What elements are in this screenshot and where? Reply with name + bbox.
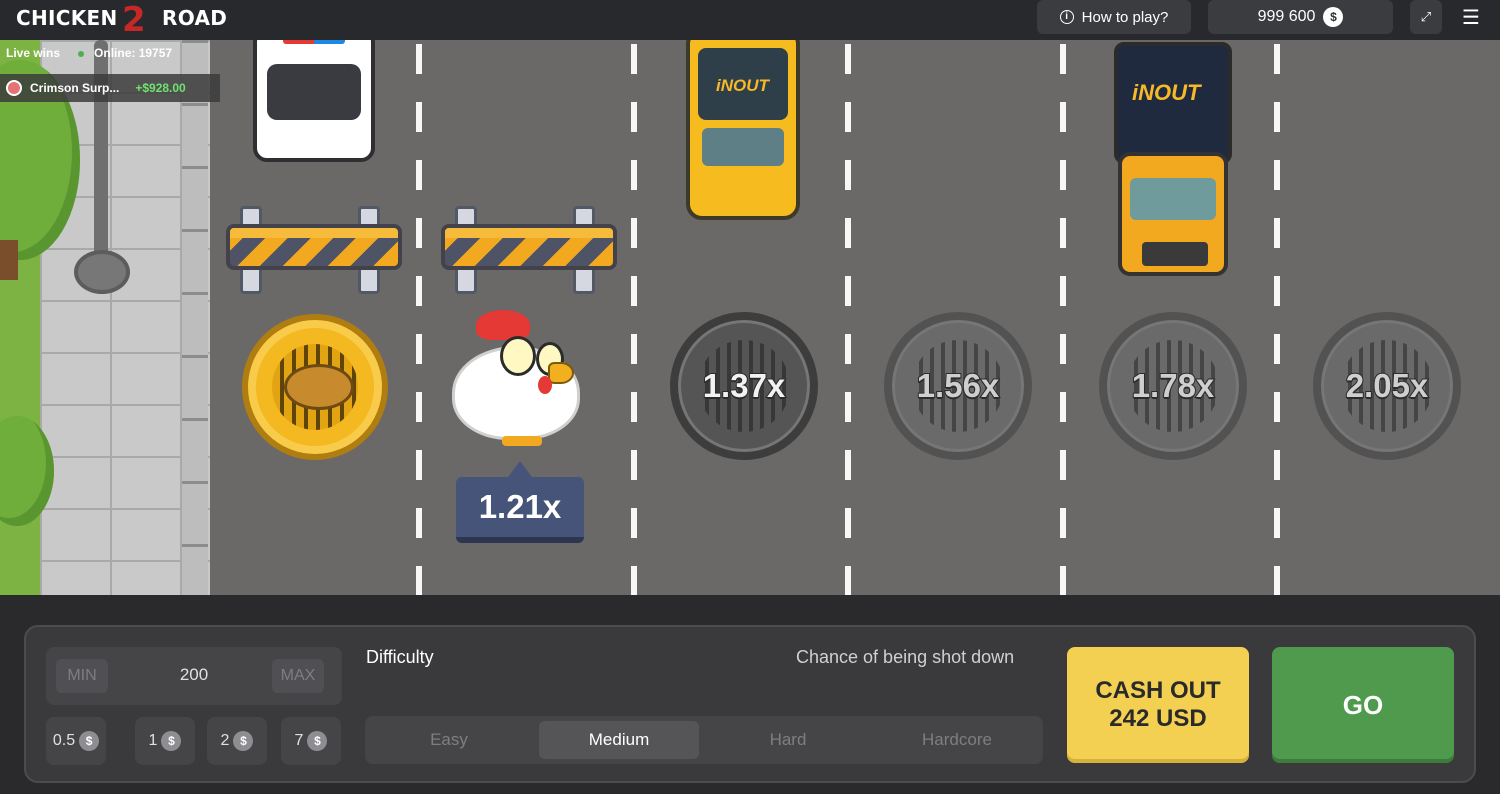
dollar-coin-icon: $ — [1323, 7, 1344, 27]
police-car-icon — [253, 40, 375, 162]
street-lamp-base — [74, 250, 130, 294]
difficulty-easy[interactable]: Easy — [369, 721, 529, 759]
lane-divider — [1060, 40, 1066, 595]
chip-value: 1 — [148, 732, 158, 749]
roast-chicken-icon — [284, 364, 354, 410]
chicken-beak — [548, 362, 574, 384]
taxi-car-icon: iNOUT — [686, 40, 800, 220]
lane-divider — [1274, 40, 1280, 595]
live-wins-panel: Live wins Online: 19757 Crimson Surp... … — [0, 40, 225, 108]
truck-windshield — [1130, 178, 1216, 220]
lane-divider — [631, 40, 637, 595]
lane-manhole[interactable]: 1.37x — [670, 312, 818, 460]
dollar-coin-icon: $ — [307, 731, 328, 751]
truck-brand-logo: iNOUT — [1132, 80, 1201, 105]
lane-divider — [416, 40, 422, 595]
taxi-windshield — [702, 128, 784, 166]
dollar-coin-icon: $ — [79, 731, 100, 751]
logo-number: 2 — [122, 0, 146, 40]
bet-amount-input[interactable]: 200 — [146, 665, 242, 685]
difficulty-selector: Easy Medium Hard Hardcore — [365, 716, 1043, 764]
quick-bet-chip[interactable]: 1 $ — [135, 717, 195, 765]
police-car-windshield — [267, 64, 361, 120]
info-icon: i — [1059, 10, 1074, 24]
balance-value: 999 600 — [1257, 8, 1316, 25]
chip-value: 7 — [294, 732, 304, 749]
winner-name: Crimson Surp... — [30, 81, 120, 95]
live-wins-title: Live wins — [6, 46, 61, 60]
barrier-stripes — [226, 224, 402, 270]
max-bet-button[interactable]: MAX — [272, 659, 324, 693]
lane-divider — [845, 40, 851, 595]
cash-out-label: CASH OUT — [1095, 677, 1221, 704]
taxi-brand-logo: iNOUT — [716, 76, 769, 95]
game-scene: iNOUT iNOUT 1.21x 1.37x 1.56x 1.78x 2.05… — [0, 40, 1500, 595]
truck-grille — [1142, 242, 1208, 266]
lane-multiplier: 1.56x — [916, 366, 1001, 405]
chicken-wattle — [538, 376, 552, 394]
chicken-icon — [448, 308, 584, 448]
avatar — [6, 80, 22, 96]
difficulty-hard[interactable]: Hard — [708, 721, 868, 759]
difficulty-hardcore[interactable]: Hardcore — [877, 721, 1037, 759]
curb — [182, 40, 208, 595]
current-multiplier-badge: 1.21x — [456, 461, 584, 543]
gold-coin-icon — [242, 314, 388, 460]
bottom-controls: MIN 200 MAX 0.5 $ 1 $ 2 $ 7 $ Difficulty… — [0, 595, 1500, 794]
lane-multiplier: 1.78x — [1131, 366, 1216, 405]
hamburger-icon: ☰ — [1462, 6, 1480, 29]
top-bar: CHICKEN 2 ROAD i How to play? 999 600 $ … — [0, 0, 1500, 40]
how-to-play-label: How to play? — [1081, 8, 1169, 26]
win-amount: +$928.00 — [135, 81, 186, 95]
live-win-entry: Crimson Surp... +$928.00 — [0, 74, 220, 102]
difficulty-label: Difficulty — [366, 647, 434, 667]
truck-cargo: iNOUT — [1114, 42, 1232, 164]
balance-display: 999 600 $ — [1208, 0, 1393, 34]
chip-value: 2 — [220, 732, 230, 749]
lane-multiplier: 1.37x — [702, 366, 787, 405]
fullscreen-button[interactable]: ⤢ — [1410, 0, 1442, 34]
fullscreen-icon: ⤢ — [1420, 9, 1432, 24]
chicken-eye — [500, 336, 536, 376]
lane-manhole[interactable]: 2.05x — [1313, 312, 1461, 460]
online-label: Online: 19757 — [94, 46, 173, 60]
dollar-coin-icon: $ — [161, 731, 182, 751]
go-label: GO — [1342, 689, 1384, 720]
dollar-coin-icon: $ — [233, 731, 254, 751]
go-button[interactable]: GO — [1272, 647, 1454, 763]
road-barrier — [226, 206, 402, 296]
difficulty-medium[interactable]: Medium — [539, 721, 699, 759]
live-wins-header: Live wins Online: 19757 — [6, 46, 172, 60]
current-multiplier: 1.21x — [478, 488, 562, 525]
logo: CHICKEN 2 ROAD — [16, 0, 227, 40]
quick-bet-chip[interactable]: 0.5 $ — [46, 717, 106, 765]
barrier-stripes — [441, 224, 617, 270]
logo-text-road: ROAD — [162, 6, 228, 30]
logo-text-chicken: CHICKEN — [16, 6, 118, 30]
bet-amount-box: MIN 200 MAX — [46, 647, 342, 705]
menu-button[interactable]: ☰ — [1458, 4, 1484, 30]
lane-multiplier: 2.05x — [1345, 366, 1430, 405]
how-to-play-button[interactable]: i How to play? — [1037, 0, 1191, 34]
truck-cab — [1118, 152, 1228, 276]
truck-icon: iNOUT — [1104, 40, 1244, 278]
lane-manhole[interactable]: 1.78x — [1099, 312, 1247, 460]
police-siren-icon — [283, 40, 345, 44]
tree-trunk — [0, 240, 18, 280]
quick-bet-chip[interactable]: 7 $ — [281, 717, 341, 765]
taxi-roof: iNOUT — [698, 48, 788, 120]
cash-out-amount: 242 USD — [1109, 705, 1207, 732]
min-bet-button[interactable]: MIN — [56, 659, 108, 693]
game-root: CHICKEN 2 ROAD i How to play? 999 600 $ … — [0, 0, 1500, 794]
control-panel: MIN 200 MAX 0.5 $ 1 $ 2 $ 7 $ Difficulty… — [24, 625, 1476, 783]
chance-label: Chance of being shot down — [796, 647, 1015, 667]
cash-out-button[interactable]: CASH OUT 242 USD — [1067, 647, 1249, 763]
online-status-dot — [78, 50, 85, 57]
chicken-feet — [502, 436, 542, 446]
chip-value: 0.5 — [52, 732, 76, 749]
lane-manhole[interactable]: 1.56x — [884, 312, 1032, 460]
road-barrier — [441, 206, 617, 296]
quick-bet-chip[interactable]: 2 $ — [207, 717, 267, 765]
online-count: Online: 19757 — [78, 46, 172, 60]
